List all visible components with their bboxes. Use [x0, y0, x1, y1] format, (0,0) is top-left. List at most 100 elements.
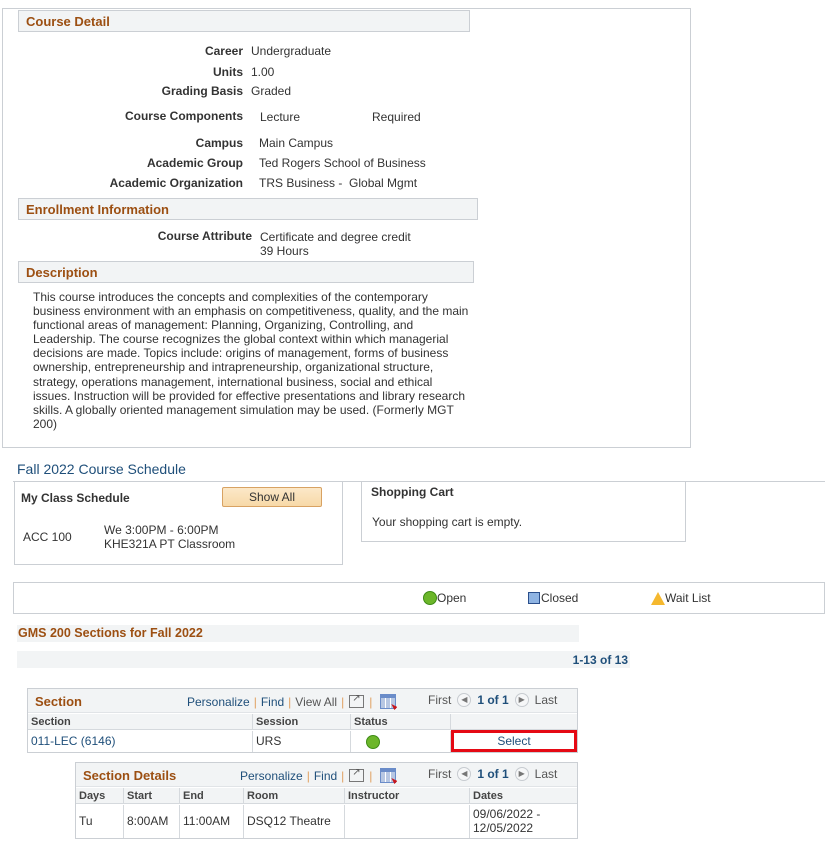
new-window-icon[interactable] [349, 693, 365, 708]
previous-icon[interactable]: ◀ [457, 767, 472, 781]
col-days: Days [76, 788, 124, 804]
page-position: 1 of 1 [477, 767, 509, 781]
course-attribute-value-2: 39 Hours [260, 244, 309, 258]
table-row: Tu 8:00AM 11:00AM DSQ12 Theatre 09/06/20… [76, 805, 577, 838]
col-dates: Dates [473, 790, 503, 802]
section-grid-column-headers: Section Session Status [28, 714, 577, 730]
col-session: Session [253, 714, 351, 730]
section-details-toolbar: Personalize | Find | | [240, 767, 397, 783]
download-grid-icon[interactable] [380, 768, 397, 783]
sections-count: 1-13 of 13 [572, 653, 628, 667]
col-action [451, 714, 577, 730]
course-attribute-value-1: Certificate and degree credit [260, 230, 411, 244]
personalize-link[interactable]: Personalize [240, 769, 303, 783]
separator: | [369, 694, 373, 709]
start-value: 8:00AM [124, 805, 180, 838]
section-details-column-headers: Days Start End Room Instructor Dates [76, 788, 577, 804]
legend-open: Open [423, 591, 466, 605]
separator: | [369, 768, 373, 783]
dates-value: 09/06/2022 - 12/05/2022 [470, 805, 577, 838]
find-link[interactable]: Find [314, 769, 337, 783]
new-window-icon[interactable] [349, 767, 365, 782]
shopping-cart-message: Your shopping cart is empty. [372, 515, 523, 529]
section-grid-pager: First ◀ 1 of 1 ▶ Last [428, 693, 557, 707]
personalize-link[interactable]: Personalize [187, 695, 250, 709]
col-room: Room [244, 788, 345, 804]
dates-start: 09/06/2022 - [473, 807, 541, 821]
separator: | [288, 694, 292, 709]
section-details-header: Section Details Personalize | Find | | F… [76, 763, 577, 787]
legend-closed-label: Closed [541, 591, 579, 605]
last-link[interactable]: Last [535, 767, 558, 781]
units-value: 1.00 [251, 65, 275, 79]
section-grid-title: Section [35, 694, 82, 709]
col-status: Status [351, 714, 451, 730]
campus-value: Main Campus [259, 136, 334, 150]
course-attribute-label: Course Attribute [157, 229, 252, 243]
first-link[interactable]: First [428, 693, 451, 707]
dates-end: 12/05/2022 [473, 821, 534, 835]
section-details-title: Section Details [83, 768, 177, 783]
next-icon[interactable]: ▶ [514, 767, 529, 781]
grading-basis-label: Grading Basis [161, 84, 243, 98]
page-position: 1 of 1 [477, 693, 509, 707]
course-components-required: Required [372, 110, 421, 124]
enrollment-info-header: Enrollment Information [18, 198, 478, 220]
status-cell [351, 731, 451, 752]
open-status-icon [423, 591, 437, 605]
separator: | [341, 694, 345, 709]
previous-icon[interactable]: ◀ [457, 693, 472, 707]
class-course: ACC 100 [23, 530, 72, 544]
section-details-pager: First ◀ 1 of 1 ▶ Last [428, 767, 557, 781]
wait-list-status-icon [651, 591, 665, 605]
class-time: We 3:00PM - 6:00PM [104, 523, 219, 537]
col-section: Section [28, 714, 253, 730]
col-end: End [180, 788, 244, 804]
select-button[interactable]: Select [451, 730, 577, 752]
legend-wait-list: Wait List [651, 591, 711, 605]
course-description: This course introduces the concepts and … [33, 290, 469, 431]
find-link[interactable]: Find [261, 695, 284, 709]
legend-closed: Closed [528, 591, 578, 605]
academic-group-label: Academic Group [146, 156, 243, 170]
download-grid-icon[interactable] [380, 694, 397, 709]
career-value: Undergraduate [251, 44, 332, 58]
schedule-title: Fall 2022 Course Schedule [17, 461, 186, 477]
shopping-cart-panel: Shopping Cart Your shopping cart is empt… [361, 482, 686, 542]
days-value: Tu [76, 805, 124, 838]
course-detail-header: Course Detail [18, 10, 470, 32]
my-class-schedule-title: My Class Schedule [21, 491, 130, 505]
legend-wait-list-label: Wait List [665, 591, 711, 605]
view-all-link[interactable]: View All [295, 695, 337, 709]
col-instructor: Instructor [345, 788, 470, 804]
first-link[interactable]: First [428, 767, 451, 781]
career-label: Career [204, 44, 243, 58]
show-all-button[interactable]: Show All [222, 487, 322, 507]
open-status-icon [366, 735, 380, 749]
academic-organization-value: TRS Business - Global Mgmt [259, 176, 418, 190]
grading-basis-value: Graded [251, 84, 292, 98]
academic-group-value: Ted Rogers School of Business [259, 156, 426, 170]
academic-organization-label: Academic Organization [109, 176, 243, 190]
class-room: KHE321A PT Classroom [104, 537, 236, 551]
end-value: 11:00AM [180, 805, 244, 838]
next-icon[interactable]: ▶ [514, 693, 529, 707]
separator: | [253, 694, 257, 709]
course-components-value: Lecture [260, 110, 301, 124]
description-header: Description [18, 261, 474, 283]
section-details-grid: Section Details Personalize | Find | | F… [75, 762, 578, 839]
last-link[interactable]: Last [535, 693, 558, 707]
campus-label: Campus [195, 136, 243, 150]
section-grid-header: Section Personalize | Find | View All | … [28, 689, 577, 713]
section-link[interactable]: 011-LEC (6146) [28, 731, 253, 752]
shopping-cart-title: Shopping Cart [371, 485, 454, 499]
session-value: URS [253, 731, 351, 752]
sections-count-bar: 1-13 of 13 [17, 651, 630, 668]
course-components-label: Course Components [124, 109, 243, 123]
room-value: DSQ12 Theatre [244, 805, 345, 838]
col-start: Start [124, 788, 180, 804]
sections-title: GMS 200 Sections for Fall 2022 [17, 625, 579, 642]
section-grid-toolbar: Personalize | Find | View All | | [187, 693, 397, 709]
instructor-value [345, 805, 470, 838]
closed-status-icon [528, 592, 540, 604]
